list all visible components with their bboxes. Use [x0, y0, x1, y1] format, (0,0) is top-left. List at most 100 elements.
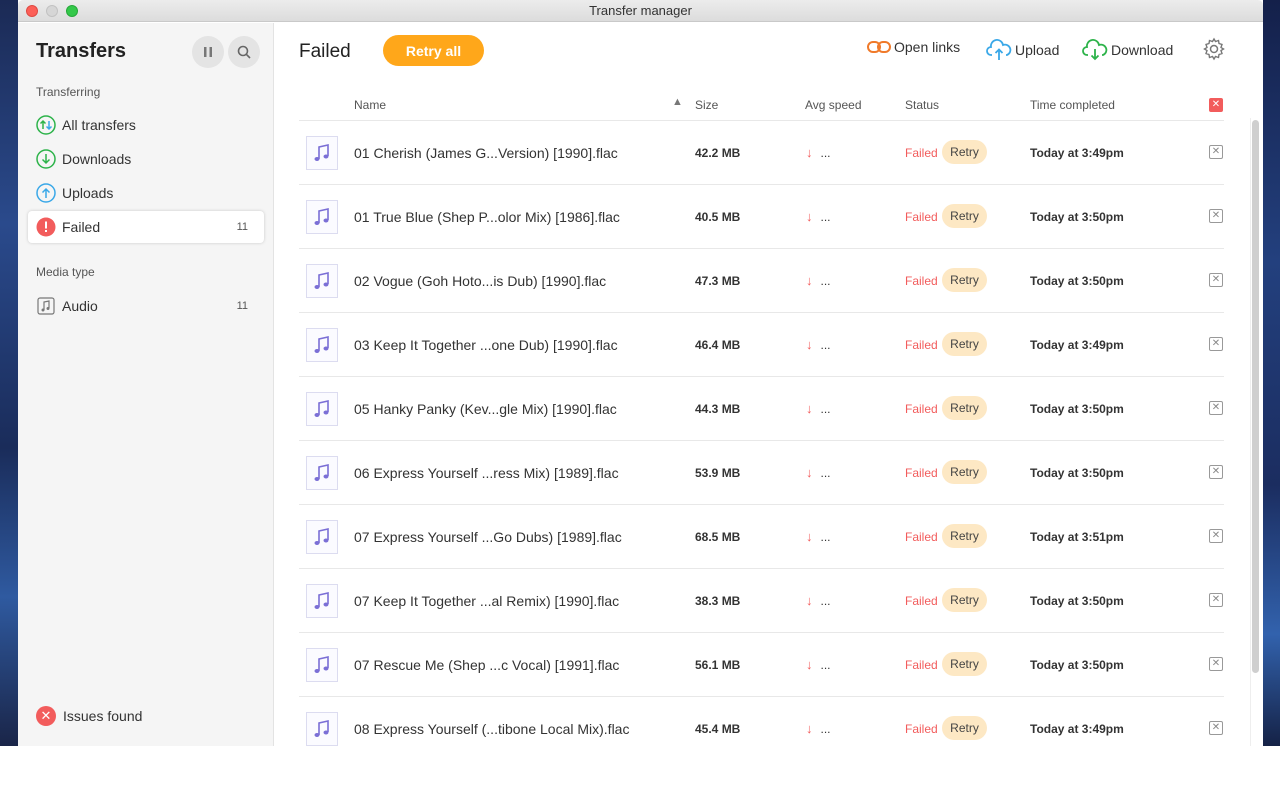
- retry-button[interactable]: Retry: [942, 204, 987, 228]
- music-file-icon: [306, 328, 338, 362]
- retry-button[interactable]: Retry: [942, 652, 987, 676]
- remove-row-button[interactable]: ✕: [1209, 337, 1223, 351]
- table-row[interactable]: 01 True Blue (Shep P...olor Mix) [1986].…: [299, 184, 1224, 248]
- section-media-type: Media type: [36, 265, 95, 279]
- avg-speed: ↓...: [806, 721, 831, 736]
- file-name: 05 Hanky Panky (Kev...gle Mix) [1990].fl…: [354, 401, 617, 417]
- time-completed: Today at 3:50pm: [1030, 594, 1124, 608]
- remove-row-button[interactable]: ✕: [1209, 465, 1223, 479]
- desktop-wallpaper-left: [0, 0, 18, 746]
- title-bar: Transfer manager: [18, 0, 1263, 22]
- upload-button[interactable]: Upload: [986, 39, 1059, 61]
- download-button[interactable]: Download: [1082, 39, 1173, 61]
- scrollbar-thumb[interactable]: [1252, 120, 1259, 673]
- column-name[interactable]: Name: [354, 98, 386, 112]
- pause-button[interactable]: [192, 36, 224, 68]
- time-completed: Today at 3:51pm: [1030, 530, 1124, 544]
- file-size: 46.4 MB: [695, 338, 741, 352]
- gear-icon: [1203, 37, 1225, 61]
- remove-row-button[interactable]: ✕: [1209, 209, 1223, 223]
- music-file-icon: [306, 712, 338, 746]
- table-row[interactable]: 07 Rescue Me (Shep ...c Vocal) [1991].fl…: [299, 632, 1224, 696]
- audio-icon: [36, 296, 56, 316]
- sort-ascending-icon[interactable]: ▲: [672, 96, 683, 108]
- file-size: 44.3 MB: [695, 402, 741, 416]
- remove-row-button[interactable]: ✕: [1209, 145, 1223, 159]
- column-avg-speed[interactable]: Avg speed: [805, 98, 862, 112]
- retry-button[interactable]: Retry: [942, 268, 987, 292]
- avg-speed-value: ...: [820, 722, 831, 736]
- sidebar-item-uploads[interactable]: Uploads: [28, 177, 264, 209]
- remove-row-button[interactable]: ✕: [1209, 401, 1223, 415]
- table-row[interactable]: 07 Express Yourself ...Go Dubs) [1989].f…: [299, 504, 1224, 568]
- time-completed: Today at 3:49pm: [1030, 338, 1124, 352]
- table-row[interactable]: 02 Vogue (Goh Hoto...is Dub) [1990].flac…: [299, 248, 1224, 312]
- settings-button[interactable]: [1202, 37, 1226, 66]
- remove-row-button[interactable]: ✕: [1209, 721, 1223, 735]
- music-file-icon: [306, 136, 338, 170]
- file-name: 01 Cherish (James G...Version) [1990].fl…: [354, 145, 618, 161]
- remove-row-button[interactable]: ✕: [1209, 657, 1223, 671]
- retry-button[interactable]: Retry: [942, 524, 987, 548]
- table-row[interactable]: 06 Express Yourself ...ress Mix) [1989].…: [299, 440, 1224, 504]
- file-name: 08 Express Yourself (...tibone Local Mix…: [354, 721, 630, 737]
- sidebar-item-audio[interactable]: Audio 11: [28, 290, 264, 322]
- avg-speed: ↓...: [806, 273, 831, 288]
- avg-speed-value: ...: [820, 338, 831, 352]
- retry-all-button[interactable]: Retry all: [383, 35, 484, 66]
- file-size: 40.5 MB: [695, 210, 741, 224]
- remove-row-button[interactable]: ✕: [1209, 593, 1223, 607]
- table-row[interactable]: 05 Hanky Panky (Kev...gle Mix) [1990].fl…: [299, 376, 1224, 440]
- minimize-window-button[interactable]: [46, 5, 58, 17]
- table-row[interactable]: 01 Cherish (James G...Version) [1990].fl…: [299, 120, 1224, 184]
- file-size: 42.2 MB: [695, 146, 741, 160]
- column-status[interactable]: Status: [905, 98, 939, 112]
- status-failed: Failed: [905, 658, 938, 672]
- column-size[interactable]: Size: [695, 98, 718, 112]
- retry-button[interactable]: Retry: [942, 460, 987, 484]
- sidebar-item-label: Downloads: [62, 151, 132, 167]
- avg-speed: ↓...: [806, 529, 831, 544]
- arrow-down-icon: ↓: [806, 529, 813, 544]
- avg-speed-value: ...: [820, 210, 831, 224]
- table-row[interactable]: 08 Express Yourself (...tibone Local Mix…: [299, 696, 1224, 746]
- table-row[interactable]: 03 Keep It Together ...one Dub) [1990].f…: [299, 312, 1224, 376]
- retry-button[interactable]: Retry: [942, 140, 987, 164]
- file-size: 38.3 MB: [695, 594, 741, 608]
- maximize-window-button[interactable]: [66, 5, 78, 17]
- failed-count-badge: 11: [236, 221, 248, 233]
- all-transfers-icon: [36, 115, 56, 135]
- transfer-list: 01 Cherish (James G...Version) [1990].fl…: [299, 120, 1224, 746]
- close-window-button[interactable]: [26, 5, 38, 17]
- music-file-icon: [306, 392, 338, 426]
- sidebar-item-failed[interactable]: Failed 11: [28, 211, 264, 243]
- file-name: 07 Express Yourself ...Go Dubs) [1989].f…: [354, 529, 622, 545]
- column-time-completed[interactable]: Time completed: [1030, 98, 1115, 112]
- retry-button[interactable]: Retry: [942, 332, 987, 356]
- retry-button[interactable]: Retry: [942, 716, 987, 740]
- sidebar-item-all-transfers[interactable]: All transfers: [28, 109, 264, 141]
- status-failed: Failed: [905, 210, 938, 224]
- retry-button[interactable]: Retry: [942, 396, 987, 420]
- remove-row-button[interactable]: ✕: [1209, 529, 1223, 543]
- issues-label: Issues found: [63, 708, 143, 724]
- sidebar-item-label: Audio: [62, 298, 98, 314]
- open-links-label: Open links: [894, 39, 961, 55]
- remove-row-button[interactable]: ✕: [1209, 273, 1223, 287]
- file-name: 01 True Blue (Shep P...olor Mix) [1986].…: [354, 209, 620, 225]
- music-file-icon: [306, 200, 338, 234]
- link-icon: [867, 41, 891, 53]
- clear-all-button[interactable]: ✕: [1209, 98, 1223, 112]
- issues-found-button[interactable]: ✕ Issues found: [36, 706, 142, 726]
- sidebar-item-label: Uploads: [62, 185, 114, 201]
- sidebar-item-downloads[interactable]: Downloads: [28, 143, 264, 175]
- upload-icon: [36, 183, 56, 203]
- search-button[interactable]: [228, 36, 260, 68]
- arrow-down-icon: ↓: [806, 721, 813, 736]
- cloud-download-icon: [1082, 39, 1108, 61]
- retry-button[interactable]: Retry: [942, 588, 987, 612]
- table-row[interactable]: 07 Keep It Together ...al Remix) [1990].…: [299, 568, 1224, 632]
- open-links-button[interactable]: Open links: [867, 39, 960, 55]
- search-icon: [237, 45, 251, 59]
- sidebar-title: Transfers: [36, 40, 127, 62]
